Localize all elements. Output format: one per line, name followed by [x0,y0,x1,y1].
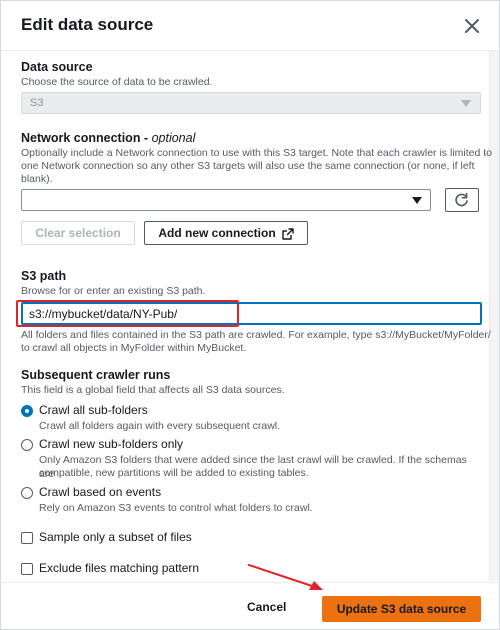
refresh-button[interactable] [445,188,479,212]
network-connection-label: Network connection - optional [21,131,195,145]
cancel-button[interactable]: Cancel [247,600,286,614]
update-s3-data-source-button[interactable]: Update S3 data source [322,596,481,622]
radio-button-selected[interactable] [21,405,33,417]
edit-data-source-dialog: Edit data source Data source Choose the … [0,0,500,630]
external-link-icon [281,228,294,240]
add-new-connection-button[interactable]: Add new connection [144,221,308,245]
s3-path-help-line-2: to crawl all objects in MyFolder within … [21,342,247,354]
network-description-line-2: one Network connection so any other S3 t… [21,160,475,172]
dialog-title: Edit data source [21,15,154,34]
s3-path-label: S3 path [21,269,67,283]
data-source-label: Data source [21,60,93,74]
data-source-value: S3 [30,97,44,109]
subsequent-runs-description: This field is a global field that affect… [21,384,285,396]
data-source-description: Choose the source of data to be crawled. [21,76,213,88]
subsequent-runs-label: Subsequent crawler runs [21,368,171,382]
radio-button[interactable] [21,487,33,499]
optional-tag: optional [151,131,196,145]
network-connection-select[interactable] [21,189,431,211]
radio-description: compatible, new partitions will be added… [39,467,309,479]
chevron-down-icon [461,100,471,107]
checkbox[interactable] [21,563,33,575]
checkbox-label: Exclude files matching pattern [39,561,200,575]
s3-path-description: Browse for or enter an existing S3 path. [21,285,206,297]
network-connection-label-text: Network connection - [21,131,152,145]
data-source-select: S3 [21,92,481,114]
chevron-down-icon [412,197,422,204]
annotation-highlight-box [16,300,239,327]
checkbox-label: Sample only a subset of files [39,530,192,544]
refresh-icon [455,192,468,207]
annotation-arrow-icon [248,564,323,590]
radio-label: Crawl all sub-folders [39,403,148,417]
radio-description: Rely on Amazon S3 events to control what… [39,502,313,514]
network-description-line-3: blank). [21,173,53,185]
dialog-header: Edit data source [1,1,499,51]
s3-path-help-line-1: All folders and files contained in the S… [21,329,491,341]
checkbox[interactable] [21,532,33,544]
network-description-line-1: Optionally include a Network connection … [21,147,492,159]
clear-selection-button[interactable]: Clear selection [21,221,135,245]
scrollbar[interactable] [489,51,499,581]
radio-label: Crawl new sub-folders only [39,437,184,451]
close-icon[interactable] [463,17,481,35]
radio-label: Crawl based on events [39,485,162,499]
radio-description: Crawl all folders again with every subse… [39,420,281,432]
add-new-connection-label: Add new connection [158,226,276,240]
radio-button[interactable] [21,439,33,451]
